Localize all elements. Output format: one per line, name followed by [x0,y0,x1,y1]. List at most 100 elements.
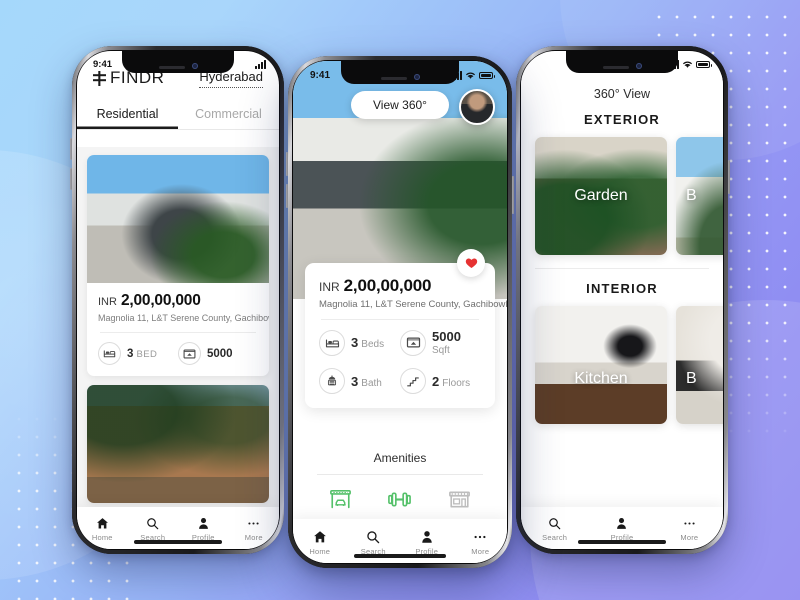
spec-area-value: 5000 [432,329,461,344]
amenity-gym[interactable] [370,487,429,512]
status-indicators [255,59,266,69]
volume-up-button[interactable] [286,152,288,176]
gallery-item[interactable]: B [676,306,723,424]
price-currency: INR [319,280,340,294]
volume-up-button[interactable] [70,138,72,160]
area-icon [178,342,201,365]
favorite-button[interactable] [457,249,485,277]
front-camera [191,63,198,69]
phone-mockup-right: 360° View EXTERIOR Garden B INTERIOR Kit… [516,46,730,554]
listing-photo [87,155,269,283]
area-icon [400,329,426,356]
gym-icon [388,492,412,507]
battery-icon [696,60,712,68]
bed-icon [319,329,345,356]
garage-icon [330,490,352,509]
listing-photo [87,385,269,503]
property-specs: 3 Beds 5000 Sqft 3 Bath 2 Floors [319,329,481,394]
nav-label-more: More [244,533,263,542]
home-indicator[interactable] [354,554,446,558]
search-icon [367,531,380,544]
gallery-caption: B [686,370,697,388]
home-indicator[interactable] [134,540,222,544]
phone-mockup-left: 9:41 FINDR Hyderabad Residential Commerc… [70,46,284,554]
listing-scroll-area[interactable]: INR 2,00,00,000 Magnolia 11, L&T Serene … [77,147,279,507]
nav-item-profile[interactable]: Profile [178,517,229,542]
phone-mockup-middle: 9:41 View 360° INR 2,00,00,000 Magnolia … [286,56,514,568]
power-button[interactable] [512,176,514,214]
nav-item-profile[interactable]: Profile [588,517,655,542]
nav-label-home: Home [309,547,331,556]
amenity-shop[interactable] [430,487,489,512]
bath-icon [319,368,345,394]
more-icon [474,535,486,539]
earpiece-speaker [380,76,407,80]
nav-item-more[interactable]: More [454,530,508,556]
bed-icon [98,342,121,365]
interior-gallery[interactable]: Kitchen B [521,296,723,424]
amenities-title: Amenities [373,451,427,465]
amenities-section: Amenities [293,441,507,547]
nav-item-more[interactable]: More [229,517,280,542]
spec-bath: 3 Bath [319,368,400,394]
listing-card[interactable]: INR 2,00,00,000 Magnolia 11, L&T Serene … [87,155,269,376]
home-icon [96,518,108,529]
price-value: 2,00,00,000 [343,276,432,295]
more-icon [684,522,695,525]
gallery-item[interactable]: B [676,137,723,255]
search-icon [147,518,159,530]
cellular-icon [255,59,266,69]
nav-item-search[interactable]: Search [521,517,588,542]
nav-item-search[interactable]: Search [347,530,401,556]
price-row: INR 2,00,00,000 [319,276,481,296]
nav-label-more: More [471,547,490,556]
volume-down-button[interactable] [286,184,288,208]
screen-right: 360° View EXTERIOR Garden B INTERIOR Kit… [521,51,723,549]
front-camera [635,63,642,69]
view-360-screen: 360° View EXTERIOR Garden B INTERIOR Kit… [521,75,723,507]
more-icon [248,522,259,525]
nav-item-more[interactable]: More [656,517,723,542]
gallery-item[interactable]: Garden [535,137,667,255]
view-360-button[interactable]: View 360° [351,91,449,119]
spec-area: 5000 Sqft [400,329,481,356]
nav-item-home[interactable]: Home [293,530,347,556]
volume-down-button[interactable] [70,168,72,190]
tab-residential[interactable]: Residential [77,101,178,129]
spec-beds: 3 BED [98,342,178,365]
battery-icon [479,71,495,79]
exterior-gallery[interactable]: Garden B [521,127,723,255]
spec-floors: 2 Floors [400,368,481,394]
divider [321,319,479,320]
divider [100,332,256,333]
spec-area-value: 5000 [207,347,233,360]
wifi-icon [683,61,692,68]
spec-beds-unit: Beds [361,339,385,350]
nav-label-home: Home [91,533,113,542]
profile-icon [198,518,208,529]
spec-area-text: 5000 [207,348,233,360]
nav-item-home[interactable]: Home [77,517,128,542]
nav-item-profile[interactable]: Profile [400,530,454,556]
spec-floors-value: 2 [432,373,440,389]
listing-card[interactable] [87,385,269,503]
listing-specs: 3 BED 5000 [98,342,258,365]
tab-commercial[interactable]: Commercial [178,101,279,129]
page-title: 360° View [593,87,651,101]
power-button[interactable] [728,160,730,194]
nav-item-search[interactable]: Search [128,517,179,542]
status-time: 9:41 [310,69,331,81]
avatar[interactable] [459,89,495,125]
screenshot-canvas: 9:41 FINDR Hyderabad Residential Commerc… [0,0,800,600]
property-address: Magnolia 11, L&T Serene County, Gachibow… [319,299,507,310]
price-currency: INR [98,296,117,308]
notch [341,61,459,84]
gallery-caption: B [686,187,697,204]
spec-bath-text: 3 Bath [351,374,382,389]
amenity-garage[interactable] [311,487,370,512]
gallery-item[interactable]: Kitchen [535,306,667,424]
profile-icon [617,518,627,529]
home-indicator[interactable] [578,540,666,544]
spec-beds-text: 3 Beds [351,335,384,350]
gallery-caption: Garden [574,187,628,204]
